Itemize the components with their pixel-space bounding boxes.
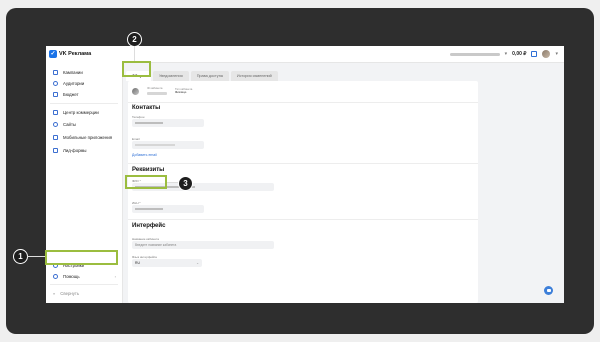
language-select[interactable]: RU ⌄ xyxy=(132,259,202,267)
calendar-icon[interactable] xyxy=(531,51,538,57)
sidebar-item-label: Мобильные приложения xyxy=(63,134,113,140)
sidebar-item-label: Центр коммерции xyxy=(63,109,99,115)
cabinet-id-value xyxy=(147,91,167,95)
cabinet-type-value: Физлицо xyxy=(175,90,187,94)
collapse-icon: « xyxy=(53,290,56,296)
highlight-requisites xyxy=(125,175,167,189)
sidebar-item-label: Сайты xyxy=(63,121,76,127)
sites-icon xyxy=(53,121,58,127)
sidebar-item-help[interactable]: Помощь › xyxy=(46,271,122,281)
email-field[interactable] xyxy=(132,141,204,149)
cabinet-avatar xyxy=(132,87,139,95)
callout-leader-3 xyxy=(167,182,178,183)
chevron-right-icon: › xyxy=(114,273,116,279)
sidebar-item-budget[interactable]: Бюджет xyxy=(46,89,122,99)
sidebar-item-sites[interactable]: Сайты xyxy=(46,119,122,129)
tab-change-history[interactable]: История изменений xyxy=(230,71,278,81)
tab-access-rights[interactable]: Права доступа xyxy=(190,71,229,81)
topbar-right: ▾ 0,00 ₽ ▾ xyxy=(449,49,558,59)
chevron-down-icon[interactable]: ▾ xyxy=(505,51,508,57)
sidebar-item-label: Свернуть xyxy=(60,290,80,296)
section-divider xyxy=(128,219,478,220)
logo[interactable]: ✓ VK Реклама xyxy=(49,49,91,59)
sidebar-item-collapse[interactable]: « Свернуть xyxy=(46,288,122,298)
settings-card: ID кабинета Тип кабинета Физлицо Контакты… xyxy=(128,81,478,303)
add-email-link[interactable]: Добавить email xyxy=(132,153,157,157)
budget-icon xyxy=(53,91,58,97)
sidebar-divider xyxy=(50,103,118,104)
sidebar-item-lead-forms[interactable]: Лид-формы xyxy=(46,145,122,155)
avatar[interactable] xyxy=(542,50,551,58)
sidebar-divider xyxy=(50,284,118,285)
mobile-apps-icon xyxy=(53,134,58,140)
cabinet-id: ID кабинета xyxy=(147,87,167,95)
sidebar-item-audiences[interactable]: Аудитории xyxy=(46,78,122,88)
cabinet-info: ID кабинета Тип кабинета Физлицо xyxy=(132,86,192,96)
cabinet-id-label: ID кабинета xyxy=(147,86,163,91)
screenshot-frame: ✓ VK Реклама ▾ 0,00 ₽ ▾ Кампании Аудитор… xyxy=(6,8,594,334)
cabinet-type: Тип кабинета Физлицо xyxy=(175,87,192,95)
sidebar-item-label: Бюджет xyxy=(63,91,79,97)
sidebar: Кампании Аудитории Бюджет Центр коммерци… xyxy=(46,62,123,303)
chat-support-icon[interactable] xyxy=(544,286,553,295)
tab-notifications[interactable]: Уведомления xyxy=(152,71,189,81)
vk-logo-icon: ✓ xyxy=(49,50,57,58)
chevron-down-icon: ⌄ xyxy=(196,261,199,265)
callout-badge-1: 1 xyxy=(13,249,28,264)
brand-name: VK Реклама xyxy=(59,51,92,57)
app-window: ✓ VK Реклама ▾ 0,00 ₽ ▾ Кампании Аудитор… xyxy=(46,46,564,303)
campaigns-icon xyxy=(53,69,58,75)
balance[interactable]: 0,00 ₽ xyxy=(512,51,526,57)
account-selector[interactable] xyxy=(449,52,500,56)
highlight-tab-general xyxy=(122,61,151,77)
contacts-heading: Контакты xyxy=(132,105,161,111)
callout-leader-2 xyxy=(134,46,135,61)
sidebar-item-commerce[interactable]: Центр коммерции xyxy=(46,107,122,117)
section-divider xyxy=(128,102,478,103)
cabinet-name-input[interactable]: Введите название кабинета xyxy=(132,241,274,249)
inn-value-masked xyxy=(135,208,163,211)
callout-badge-3: 3 xyxy=(178,176,193,191)
lead-forms-icon xyxy=(53,147,58,153)
highlight-settings xyxy=(45,250,118,265)
avatar-chevron-icon[interactable]: ▾ xyxy=(555,51,558,57)
phone-value-masked xyxy=(135,122,163,125)
sidebar-item-campaigns[interactable]: Кампании xyxy=(46,67,122,77)
callout-badge-2: 2 xyxy=(127,32,142,47)
audiences-icon xyxy=(53,80,58,86)
sidebar-item-mobile-apps[interactable]: Мобильные приложения xyxy=(46,132,122,142)
section-divider xyxy=(128,163,478,164)
interface-heading: Интерфейс xyxy=(132,223,166,229)
email-value-masked xyxy=(135,144,175,147)
language-value: RU xyxy=(135,261,140,265)
commerce-icon xyxy=(53,109,58,115)
inn-field[interactable] xyxy=(132,205,204,213)
phone-field[interactable] xyxy=(132,119,204,127)
callout-leader-1 xyxy=(27,256,45,257)
sidebar-item-label: Кампании xyxy=(63,69,83,75)
help-icon xyxy=(53,273,58,279)
sidebar-item-label: Лид-формы xyxy=(63,147,87,153)
sidebar-item-label: Аудитории xyxy=(63,80,85,86)
requisites-heading: Реквизиты xyxy=(132,167,165,173)
sidebar-item-label: Помощь xyxy=(63,273,80,279)
